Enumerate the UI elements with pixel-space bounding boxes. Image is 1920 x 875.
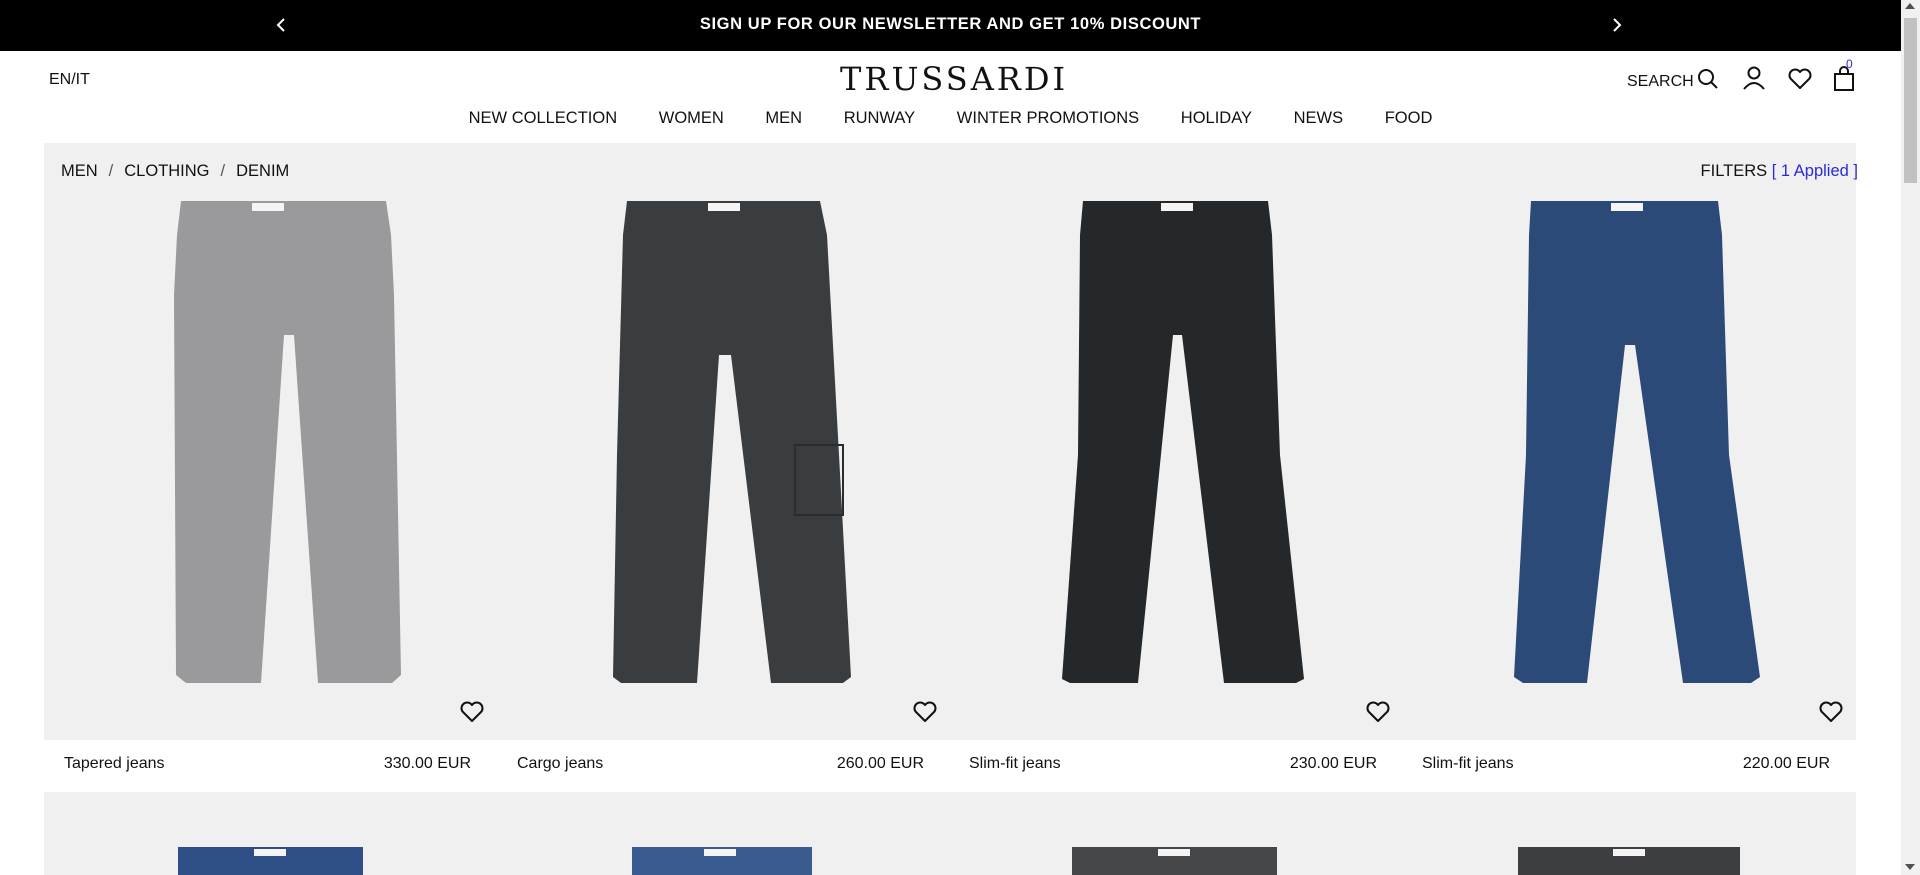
product-name[interactable]: Slim-fit jeans [969,755,1061,773]
product-image[interactable] [962,195,1382,695]
filters-applied-count: [ 1 Applied ] [1771,162,1858,180]
main-nav: NEW COLLECTION WOMEN MEN RUNWAY WINTER P… [0,109,1901,128]
bag-icon[interactable] [1832,66,1858,92]
product-price: 260.00 EUR [836,755,924,772]
account-icon[interactable] [1741,65,1767,91]
promo-next-button[interactable] [1606,14,1628,36]
nav-news[interactable]: NEWS [1294,109,1344,128]
jeans-shape [1514,201,1760,683]
jeans-shape [613,201,851,683]
scroll-up-arrow-icon[interactable] [1905,3,1915,9]
product-image[interactable] [509,195,929,695]
breadcrumb-separator: / [108,162,114,180]
product-image[interactable] [1072,847,1277,875]
product-image[interactable] [1518,847,1740,875]
product-price: 330.00 EUR [383,755,471,772]
scrollbar-thumb[interactable] [1904,18,1917,183]
product-name[interactable]: Cargo jeans [517,755,603,773]
nav-women[interactable]: WOMEN [659,109,724,128]
filters-label: FILTERS [1700,162,1768,180]
nav-holiday[interactable]: HOLIDAY [1181,109,1252,128]
wishlist-heart-icon[interactable] [912,700,938,726]
product-price: 220.00 EUR [1742,755,1830,772]
promo-banner: SIGN UP FOR OUR NEWSLETTER AND GET 10% D… [0,0,1901,51]
product-image[interactable] [56,195,476,695]
nav-runway[interactable]: RUNWAY [844,109,916,128]
breadcrumb-denim: DENIM [236,162,290,180]
jeans-shape [174,201,401,683]
wishlist-heart-icon[interactable] [1818,700,1844,726]
product-image[interactable] [178,847,363,875]
search-button[interactable]: SEARCH [1627,73,1694,91]
product-price: 230.00 EUR [1289,755,1377,772]
nav-food[interactable]: FOOD [1385,109,1433,128]
search-icon[interactable] [1696,67,1722,93]
breadcrumb-separator: / [220,162,226,180]
product-name[interactable]: Slim-fit jeans [1422,755,1514,773]
product-name[interactable]: Tapered jeans [64,755,165,773]
breadcrumb: MEN / CLOTHING / DENIM [61,162,289,181]
wishlist-heart-icon[interactable] [459,700,485,726]
brand-logo[interactable]: TRUSSARDI [840,60,1068,98]
breadcrumb-clothing[interactable]: CLOTHING [124,162,209,180]
wishlist-icon[interactable] [1787,67,1813,93]
product-image[interactable] [632,847,812,875]
chevron-right-icon [1613,18,1622,32]
nav-men[interactable]: MEN [765,109,802,128]
jeans-shape [1062,201,1304,683]
breadcrumb-men[interactable]: MEN [61,162,98,180]
scroll-down-arrow-icon[interactable] [1905,864,1915,870]
language-switcher[interactable]: EN/IT [49,71,90,89]
filters-button[interactable]: FILTERS [ 1 Applied ] [1701,162,1858,181]
wishlist-heart-icon[interactable] [1365,700,1391,726]
nav-new-collection[interactable]: NEW COLLECTION [469,109,618,128]
nav-winter-promotions[interactable]: WINTER PROMOTIONS [957,109,1139,128]
search-label: SEARCH [1627,73,1694,90]
cart-count-badge: 0 [1846,57,1853,71]
product-image[interactable] [1415,195,1835,695]
